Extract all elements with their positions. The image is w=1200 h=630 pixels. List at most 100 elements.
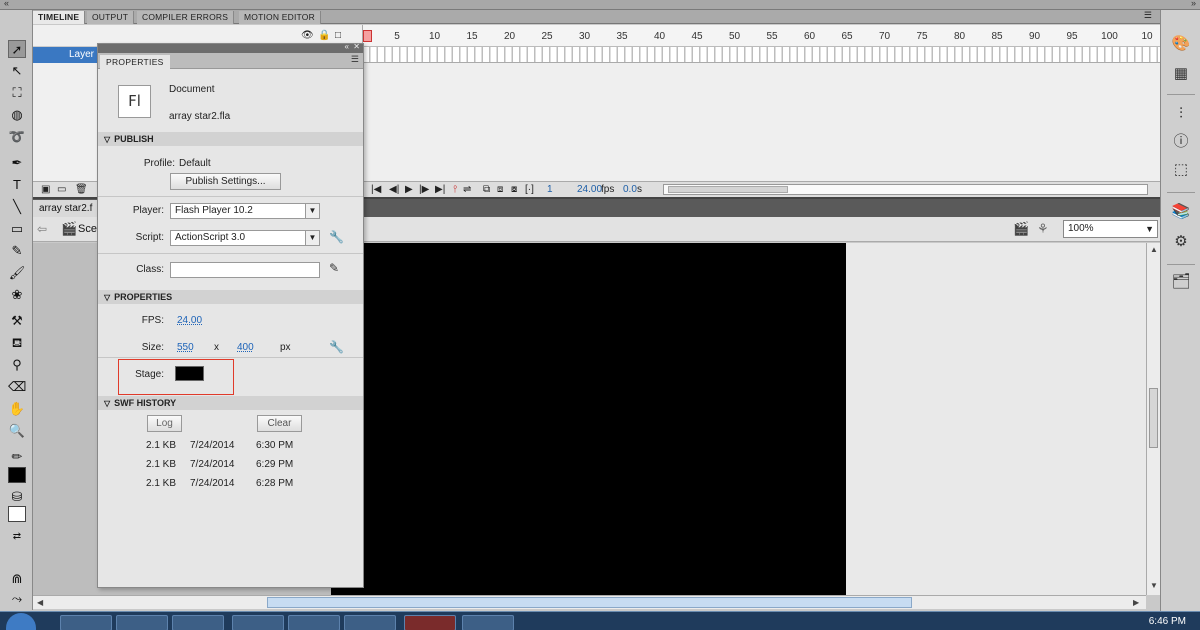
transform-icon[interactable]: ⬚ xyxy=(1171,160,1191,180)
taskbar-item-firefox[interactable] xyxy=(60,615,112,630)
step-back-icon[interactable]: ◀| xyxy=(389,183,399,197)
swatches-icon[interactable]: ▦ xyxy=(1171,64,1191,84)
selection-tool-icon[interactable]: ➚ xyxy=(8,40,26,58)
close-icon[interactable]: ✕ xyxy=(353,42,360,51)
tab-output[interactable]: OUTPUT xyxy=(87,11,135,24)
onion-skin-icon[interactable]: ⧉ xyxy=(483,183,490,197)
pencil-icon[interactable]: ✎ xyxy=(8,242,26,260)
pen-icon[interactable]: ✒ xyxy=(8,154,26,172)
swf-history-section-header[interactable]: ▽ SWF HISTORY xyxy=(98,396,363,410)
vertical-scrollbar[interactable]: ▲ ▼ xyxy=(1146,243,1160,595)
deco-icon[interactable]: ❀ xyxy=(8,286,26,304)
frame-cells[interactable] xyxy=(363,47,1160,63)
edit-symbols-icon[interactable]: ⚘ xyxy=(1037,221,1049,237)
paint-bucket-icon[interactable]: ⛾ xyxy=(8,334,26,352)
start-button[interactable] xyxy=(6,613,36,630)
clock[interactable]: 6:46 PM xyxy=(1149,616,1186,627)
rectangle-tool-icon[interactable]: ▭ xyxy=(8,220,26,238)
delete-layer-icon[interactable]: 🗑 xyxy=(75,183,88,197)
fps-readout[interactable]: 24.00 xyxy=(577,183,602,197)
collapse-left-icon[interactable]: « xyxy=(4,0,9,8)
smooth-icon[interactable]: ⤳ xyxy=(8,590,26,608)
motion-presets-icon[interactable]: 🗂 xyxy=(1171,272,1191,292)
taskbar-item-dreamweaver[interactable] xyxy=(344,615,396,630)
scroll-up-icon[interactable]: ▲ xyxy=(1150,245,1158,254)
layer-row[interactable]: Layer xyxy=(33,47,99,63)
stage-color-swatch[interactable] xyxy=(175,366,204,381)
properties-titlebar[interactable]: « ✕ xyxy=(98,42,363,53)
stage[interactable] xyxy=(331,243,846,595)
outline-icon[interactable]: □ xyxy=(335,30,341,41)
scroll-right-icon[interactable]: ▶ xyxy=(1133,598,1139,607)
onion-outline-icon[interactable]: ⧈ xyxy=(497,183,503,197)
lock-icon[interactable]: 🔒 xyxy=(318,30,330,41)
brush-icon[interactable]: 🖌 xyxy=(8,264,26,282)
taskbar-item-chrome[interactable] xyxy=(232,615,284,630)
time-readout[interactable]: 0.0 xyxy=(623,183,637,197)
free-transform-icon[interactable]: ⛶ xyxy=(8,84,26,102)
wrench-icon[interactable]: 🔧 xyxy=(329,230,344,244)
clear-button[interactable]: Clear xyxy=(257,415,302,432)
snap-icon[interactable]: ⋒ xyxy=(8,570,26,588)
taskbar-item-flash[interactable] xyxy=(404,615,456,630)
script-select[interactable]: ActionScript 3.0 ▼ xyxy=(170,230,320,246)
panel-menu-icon[interactable]: ☰ xyxy=(1144,10,1152,21)
stroke-color-swatch[interactable] xyxy=(8,467,26,483)
collapse-icon[interactable]: « xyxy=(345,42,349,51)
library-icon[interactable]: 📚 xyxy=(1171,202,1191,222)
play-icon[interactable]: ▶ xyxy=(405,183,413,197)
frame-ruler[interactable]: 1510152025303540455055606570758085909510… xyxy=(363,25,1160,47)
properties-section-header[interactable]: ▽ PROPERTIES xyxy=(98,290,363,304)
fill-color-swatch[interactable] xyxy=(8,506,26,522)
publish-section-header[interactable]: ▽ PUBLISH xyxy=(98,132,363,146)
align-icon[interactable]: ⫶ xyxy=(1171,104,1191,124)
log-button[interactable]: Log xyxy=(147,415,182,432)
taskbar-item-app[interactable] xyxy=(116,615,168,630)
playhead[interactable] xyxy=(363,30,372,42)
zoom-select[interactable]: 100% ▼ xyxy=(1063,220,1158,238)
eraser-icon[interactable]: ⌫ xyxy=(8,378,26,396)
wrench-icon[interactable]: 🔧 xyxy=(329,340,344,354)
fill-color-icon[interactable]: ⛁ xyxy=(8,488,26,506)
new-folder-icon[interactable]: ▭ xyxy=(57,183,66,197)
line-tool-icon[interactable]: ╲ xyxy=(8,198,26,216)
lasso-icon[interactable]: ➰ xyxy=(8,128,26,146)
eye-icon[interactable]: 👁 xyxy=(301,30,314,41)
width-value[interactable]: 550 xyxy=(177,342,194,353)
stroke-color-icon[interactable]: ✏ xyxy=(8,448,26,466)
eyedropper-icon[interactable]: ⚲ xyxy=(8,356,26,374)
chevron-down-icon[interactable]: ▼ xyxy=(305,204,319,218)
chevron-down-icon[interactable]: ▼ xyxy=(305,231,319,245)
taskbar-item-explorer[interactable] xyxy=(462,615,514,630)
edit-multiple-icon[interactable]: ⧇ xyxy=(511,183,517,197)
panel-menu-icon[interactable]: ☰ xyxy=(351,54,359,65)
tab-timeline[interactable]: TIMELINE xyxy=(33,11,86,24)
chevron-down-icon[interactable]: ▼ xyxy=(1145,221,1154,237)
edit-class-pencil-icon[interactable]: ✎ xyxy=(329,261,339,275)
timeline-scroll-thumb[interactable] xyxy=(668,186,788,193)
tab-motion-editor[interactable]: MOTION EDITOR xyxy=(239,11,321,24)
taskbar-item-illustrator[interactable] xyxy=(172,615,224,630)
player-select[interactable]: Flash Player 10.2 ▼ xyxy=(170,203,320,219)
new-layer-icon[interactable]: ▣ xyxy=(41,183,50,197)
components-icon[interactable]: ⚙ xyxy=(1171,232,1191,252)
hand-icon[interactable]: ✋ xyxy=(8,400,26,418)
color-panel-icon[interactable]: 🎨 xyxy=(1171,34,1191,54)
edit-scene-icon[interactable]: 🎬 xyxy=(1013,221,1029,237)
go-first-frame-icon[interactable]: |◀ xyxy=(371,183,381,197)
scroll-down-icon[interactable]: ▼ xyxy=(1150,581,1158,590)
zoom-icon[interactable]: 🔍 xyxy=(8,422,26,440)
info-icon[interactable]: ⓘ xyxy=(1171,132,1191,152)
taskbar-item-photoshop[interactable] xyxy=(288,615,340,630)
pasteboard[interactable] xyxy=(846,243,1146,595)
current-frame-readout[interactable]: 1 xyxy=(547,183,553,197)
height-value[interactable]: 400 xyxy=(237,342,254,353)
tab-properties[interactable]: PROPERTIES xyxy=(100,55,170,69)
loop-icon[interactable]: ⇌ xyxy=(463,183,471,197)
timeline-scrollbar[interactable] xyxy=(663,184,1148,195)
collapse-right-icon[interactable]: » xyxy=(1191,0,1196,8)
3d-rotation-icon[interactable]: ◍ xyxy=(8,106,26,124)
vertical-scroll-thumb[interactable] xyxy=(1149,388,1158,448)
horizontal-scroll-thumb[interactable] xyxy=(267,597,912,608)
center-frame-icon[interactable]: ⫯ xyxy=(453,183,457,197)
